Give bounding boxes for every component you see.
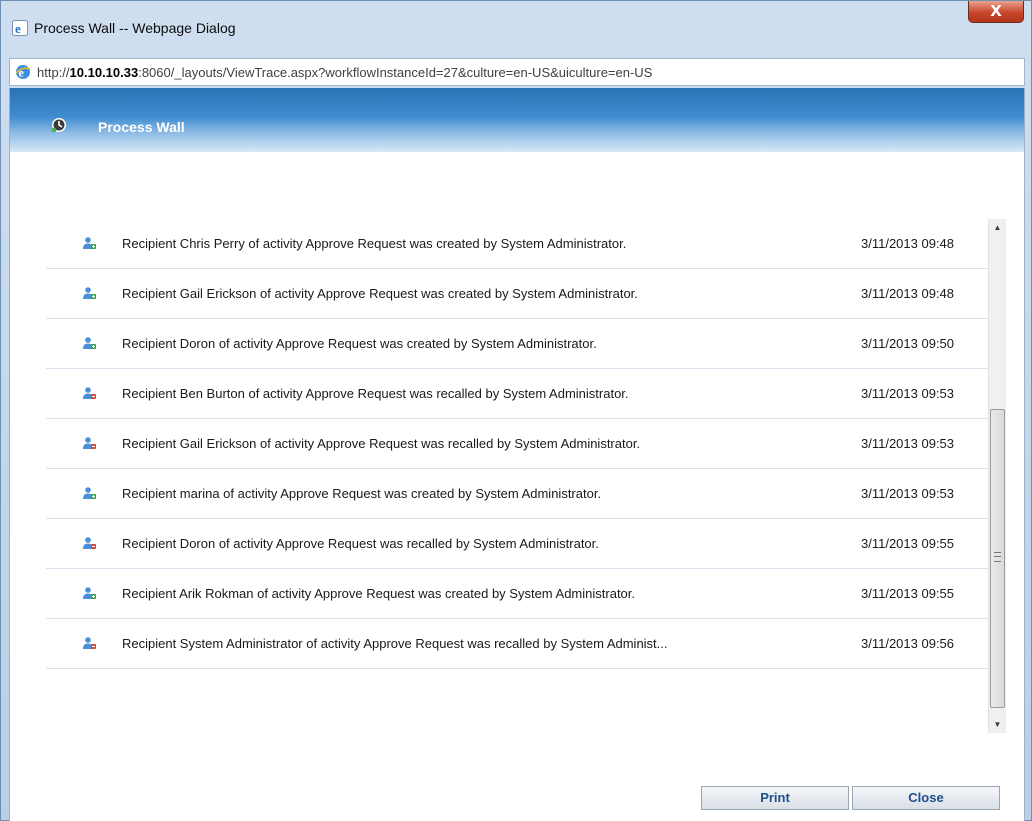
- trace-row: Recipient Gail Erickson of activity Appr…: [46, 419, 990, 469]
- trace-row: Recipient Doron of activity Approve Requ…: [46, 319, 990, 369]
- url-host: 10.10.10.33: [69, 65, 139, 80]
- ie-page-icon: e: [15, 65, 31, 80]
- trace-row: Recipient marina of activity Approve Req…: [46, 469, 990, 519]
- trace-timestamp: 3/11/2013 09:53: [861, 436, 955, 451]
- user-add-icon: [83, 287, 96, 299]
- close-button[interactable]: Close: [852, 786, 1000, 810]
- trace-row: Recipient Arik Rokman of activity Approv…: [46, 569, 990, 619]
- header-banner: Process Wall: [10, 88, 1024, 152]
- url-prefix: http://: [37, 65, 70, 80]
- trace-scrollbar[interactable]: ▲ ▼: [988, 219, 1006, 733]
- trace-timestamp: 3/11/2013 09:48: [861, 236, 955, 251]
- user-remove-icon: [83, 437, 96, 449]
- ie-icon: e: [12, 20, 28, 36]
- page-title: Process Wall: [98, 119, 185, 135]
- trace-timestamp: 3/11/2013 09:55: [861, 586, 955, 601]
- trace-row: Recipient Chris Perry of activity Approv…: [46, 219, 990, 269]
- user-add-icon: [83, 587, 96, 599]
- dialog-window: e Process Wall -- Webpage Dialog X e htt…: [0, 0, 1032, 821]
- address-bar: e http://10.10.10.33:8060/_layouts/ViewT…: [9, 58, 1025, 86]
- scroll-down-arrow-icon[interactable]: ▼: [989, 716, 1006, 733]
- trace-message: Recipient marina of activity Approve Req…: [122, 486, 602, 501]
- scroll-grip-icon: [994, 552, 1001, 562]
- title-bar: e Process Wall -- Webpage Dialog X: [1, 1, 1031, 57]
- trace-timestamp: 3/11/2013 09:53: [861, 386, 955, 401]
- trace-row: Recipient Doron of activity Approve Requ…: [46, 519, 990, 569]
- scroll-thumb[interactable]: [990, 409, 1005, 708]
- trace-message: Recipient Gail Erickson of activity Appr…: [122, 286, 638, 301]
- window-title: Process Wall -- Webpage Dialog: [34, 20, 236, 36]
- trace-message: Recipient Chris Perry of activity Approv…: [122, 236, 627, 251]
- trace-timestamp: 3/11/2013 09:55: [861, 536, 955, 551]
- print-button[interactable]: Print: [701, 786, 849, 810]
- trace-timestamp: 3/11/2013 09:56: [861, 636, 955, 651]
- address-url: http://10.10.10.33:8060/_layouts/ViewTra…: [37, 65, 652, 80]
- trace-timestamp: 3/11/2013 09:50: [861, 336, 955, 351]
- user-remove-icon: [83, 637, 96, 649]
- trace-message: Recipient Arik Rokman of activity Approv…: [122, 586, 636, 601]
- scroll-up-arrow-icon[interactable]: ▲: [989, 219, 1006, 236]
- trace-message: Recipient Doron of activity Approve Requ…: [122, 336, 597, 351]
- trace-message: Recipient System Administrator of activi…: [122, 636, 668, 651]
- trace-row: Recipient Ben Burton of activity Approve…: [46, 369, 990, 419]
- trace-row: Recipient System Administrator of activi…: [46, 619, 990, 669]
- trace-list: Recipient Chris Perry of activity Approv…: [46, 219, 990, 669]
- trace-timestamp: 3/11/2013 09:48: [861, 286, 955, 301]
- trace-message: Recipient Ben Burton of activity Approve…: [122, 386, 629, 401]
- user-remove-icon: [83, 387, 96, 399]
- user-add-icon: [83, 487, 96, 499]
- user-remove-icon: [83, 537, 96, 549]
- trace-message: Recipient Gail Erickson of activity Appr…: [122, 436, 641, 451]
- trace-message: Recipient Doron of activity Approve Requ…: [122, 536, 599, 551]
- user-add-icon: [83, 337, 96, 349]
- user-add-icon: [83, 237, 96, 249]
- process-wall-icon: [51, 118, 66, 133]
- trace-timestamp: 3/11/2013 09:53: [861, 486, 955, 501]
- trace-row: Recipient Gail Erickson of activity Appr…: [46, 269, 990, 319]
- svg-text:e: e: [15, 21, 21, 36]
- url-rest: :8060/_layouts/ViewTrace.aspx?workflowIn…: [138, 65, 653, 80]
- dialog-content: Process Wall Recipient Chris Perry of ac…: [9, 88, 1025, 821]
- window-close-button[interactable]: X: [968, 1, 1024, 23]
